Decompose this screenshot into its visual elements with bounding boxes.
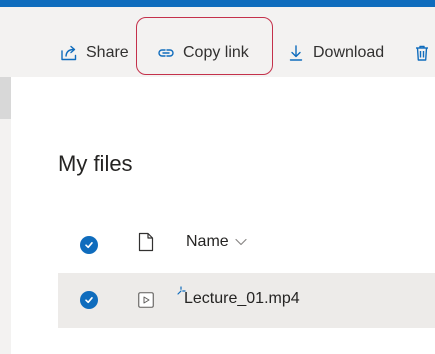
select-all-checkbox[interactable]	[80, 236, 98, 254]
page-title: My files	[58, 151, 133, 176]
trash-icon	[411, 42, 433, 64]
name-column-header[interactable]: Name	[186, 233, 247, 251]
share-icon	[58, 42, 80, 64]
chevron-down-icon	[235, 238, 247, 246]
download-button[interactable]: Download	[285, 35, 384, 71]
table-row[interactable]: Lecture_01.mp4	[58, 273, 435, 328]
file-name[interactable]: Lecture_01.mp4	[184, 290, 300, 308]
share-label: Share	[86, 44, 129, 61]
scrollbar-thumb[interactable]	[0, 77, 11, 119]
file-icon	[138, 232, 154, 257]
top-accent-bar	[0, 0, 435, 7]
row-checkbox[interactable]	[80, 291, 98, 309]
delete-button[interactable]	[411, 35, 435, 71]
checkmark-icon	[85, 297, 93, 304]
name-column-label: Name	[186, 233, 229, 250]
left-scroll-rail[interactable]	[0, 77, 11, 354]
share-button[interactable]: Share	[58, 35, 129, 71]
download-label: Download	[313, 44, 385, 61]
download-icon	[285, 42, 307, 64]
checkmark-icon	[85, 242, 93, 249]
video-file-icon	[138, 292, 154, 313]
copy-link-highlight-outline	[136, 17, 273, 75]
